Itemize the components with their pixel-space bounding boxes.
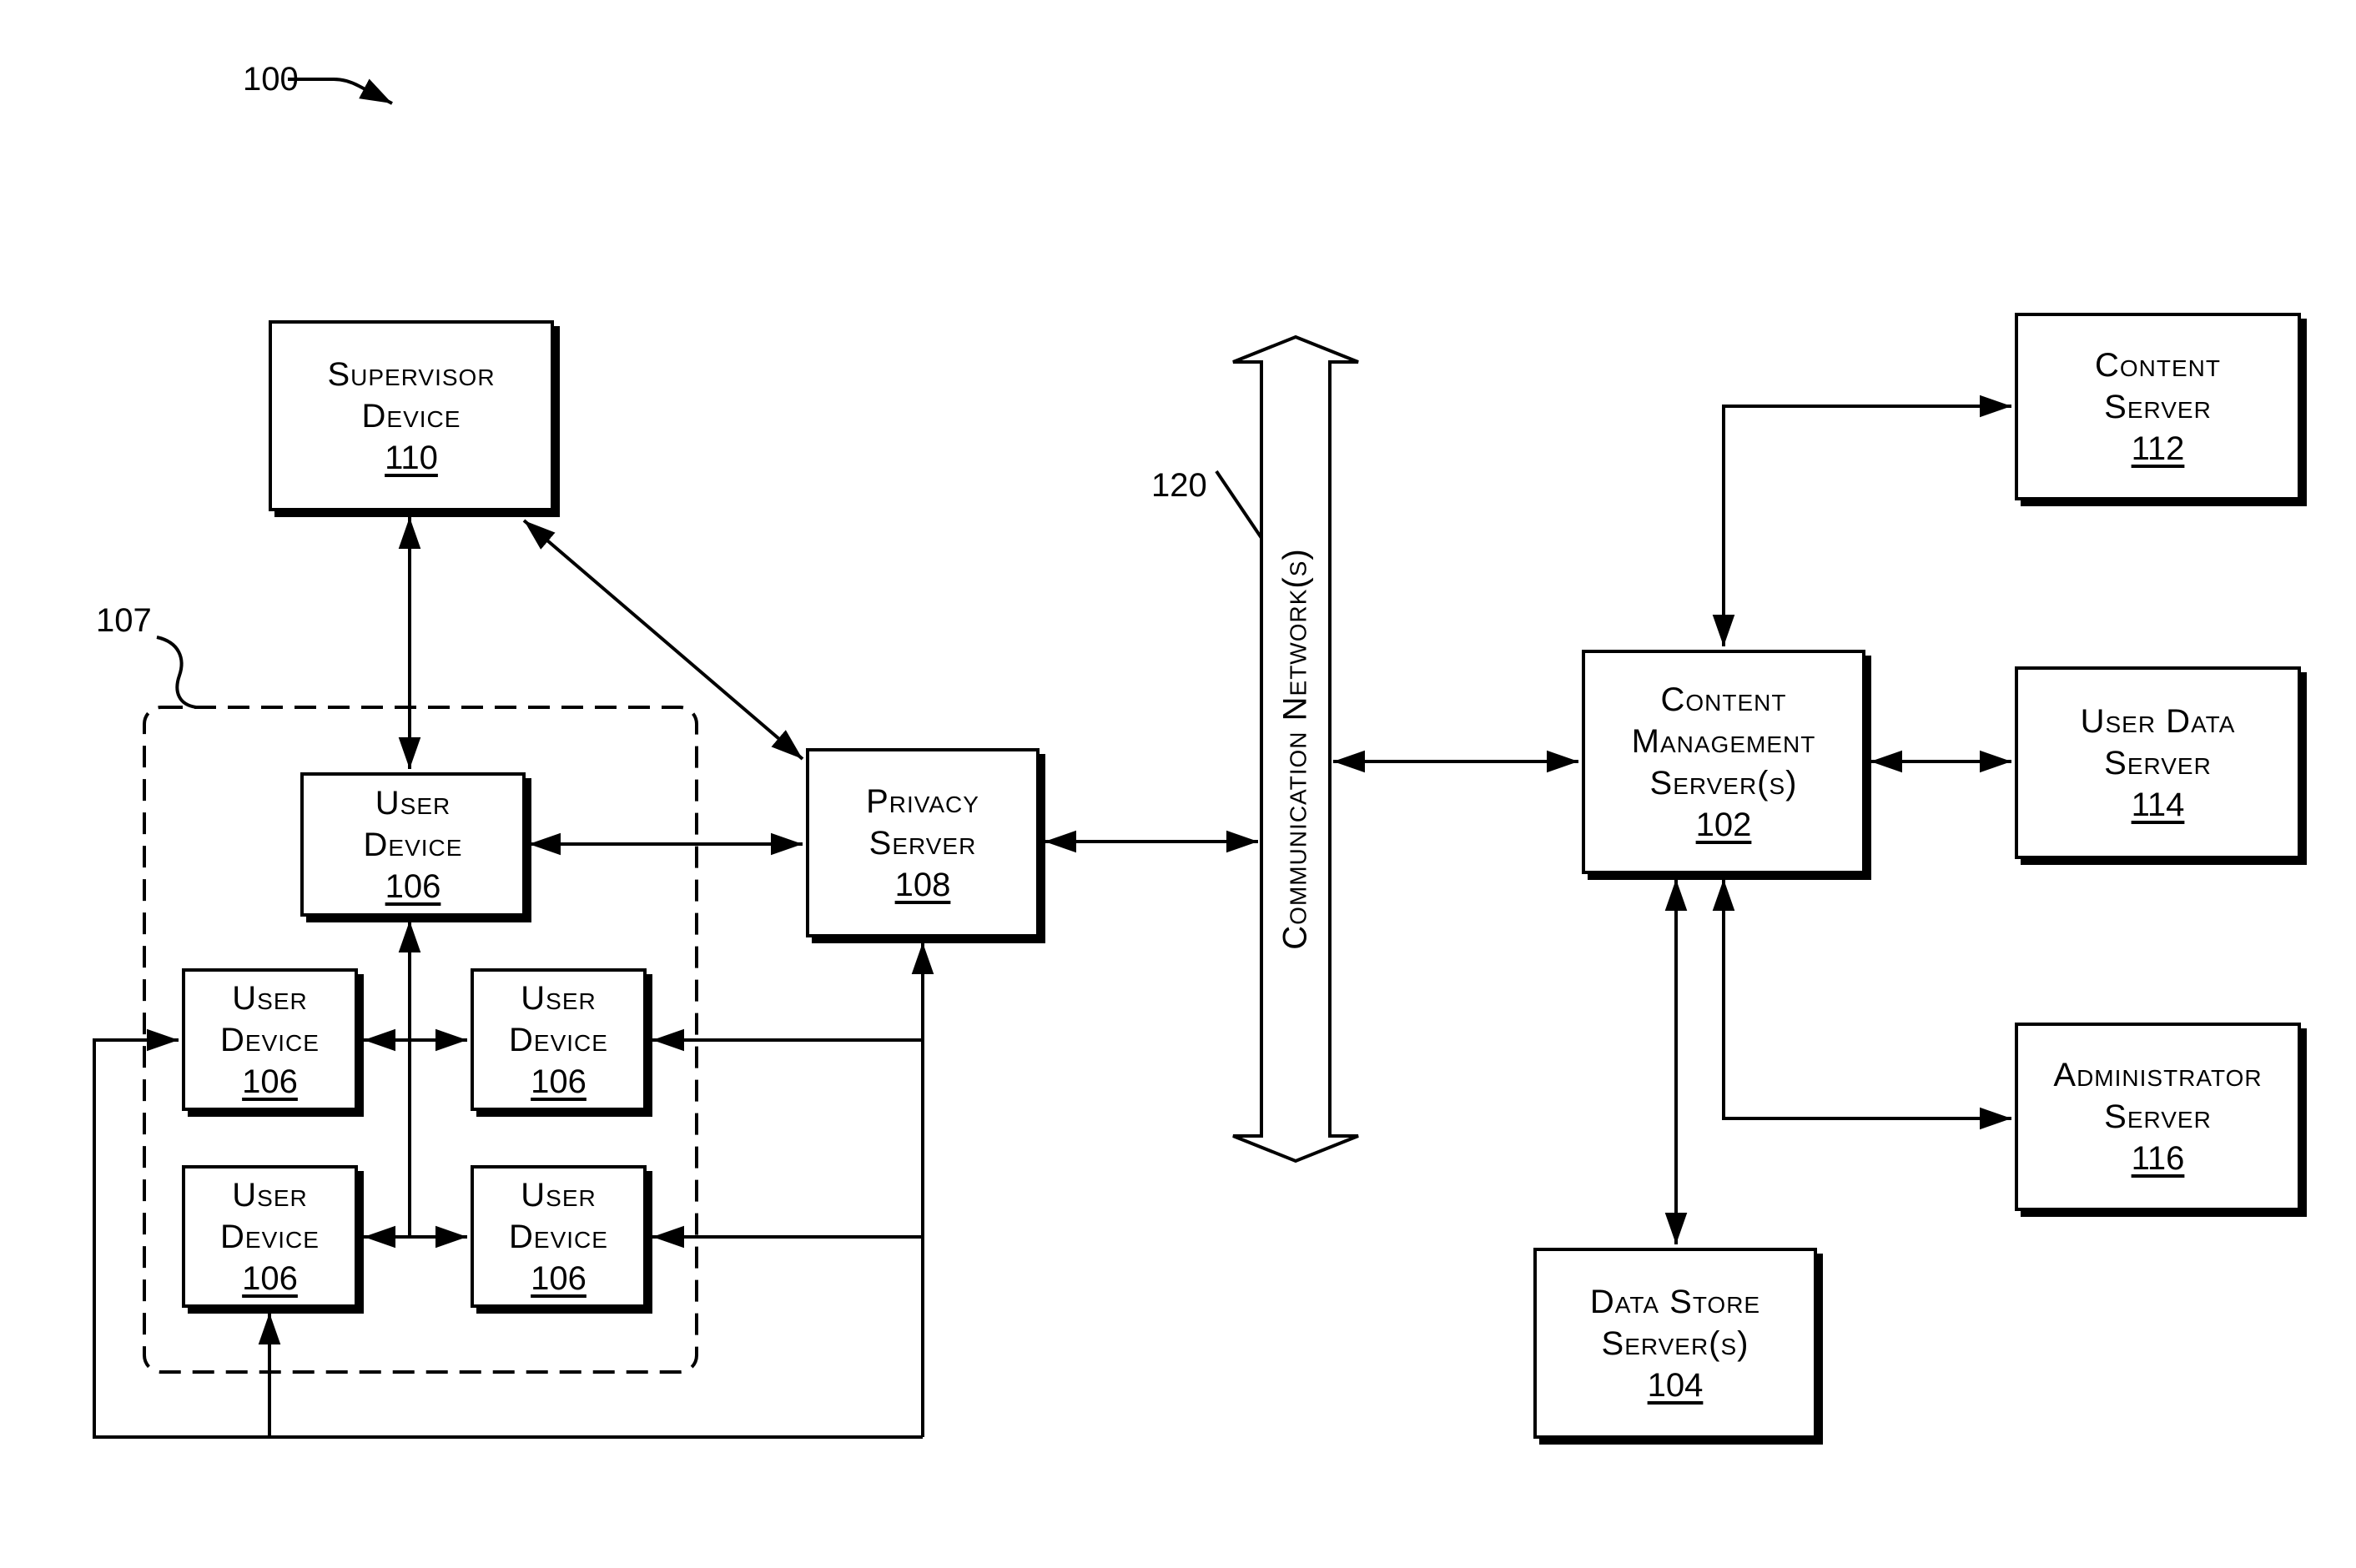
node-line: Server — [868, 824, 977, 862]
node-number: 114 — [2131, 786, 2185, 823]
node-number: 110 — [385, 439, 438, 476]
node-line: User Data — [2080, 702, 2236, 740]
user-device-box-top[interactable]: User Device 106 — [300, 772, 526, 917]
node-line: Server(s) — [1649, 764, 1798, 802]
node-line: User — [232, 1176, 308, 1214]
privacy-server-box[interactable]: Privacy Server 108 — [806, 748, 1040, 937]
node-line: Server — [2104, 1098, 2212, 1135]
node-line: Device — [361, 397, 461, 435]
data-store-server-box[interactable]: Data Store Server(s) 104 — [1533, 1248, 1817, 1439]
supervisor-device-box[interactable]: Supervisor Device 110 — [269, 320, 554, 511]
node-number: 106 — [242, 1259, 298, 1297]
content-management-server-box[interactable]: Content Management Server(s) 102 — [1582, 650, 1865, 874]
node-line: Supervisor — [327, 355, 496, 393]
node-line: User — [232, 979, 308, 1017]
link-supervisor-privacy — [522, 519, 804, 761]
node-line: Device — [363, 826, 463, 863]
node-line: Content — [2095, 346, 2221, 384]
node-line: Content — [1660, 681, 1787, 718]
network-label: Communication Network(s) — [1276, 548, 1314, 950]
network-leader — [1215, 470, 1263, 540]
node-line: Device — [509, 1218, 608, 1255]
network-ref-120: 120 — [1151, 467, 1207, 504]
node-line: User — [521, 1176, 597, 1214]
node-number: 104 — [1647, 1366, 1704, 1404]
node-line: Data Store — [1589, 1283, 1761, 1320]
user-data-server-box[interactable]: User Data Server 114 — [2015, 666, 2301, 859]
link-cms-content — [1712, 395, 2011, 646]
node-number: 106 — [242, 1063, 298, 1100]
node-line: Server — [2104, 744, 2212, 781]
content-server-box[interactable]: Content Server 112 — [2015, 313, 2301, 500]
group-leader — [156, 636, 197, 709]
link-cms-admin — [1712, 879, 2011, 1130]
node-line: Device — [220, 1021, 320, 1058]
node-number: 112 — [2131, 430, 2185, 467]
node-number: 106 — [385, 867, 441, 905]
node-line: Management — [1631, 722, 1816, 760]
user-device-box-bot-right[interactable]: User Device 106 — [471, 1165, 647, 1308]
node-number: 102 — [1695, 806, 1752, 843]
node-line: Device — [509, 1021, 608, 1058]
node-number: 116 — [2131, 1140, 2185, 1177]
node-line: Server — [2104, 388, 2212, 425]
node-line: User — [375, 784, 451, 822]
node-line: User — [521, 979, 597, 1017]
figure-ref-100: 100 — [243, 61, 299, 98]
figure-leader-arrow — [288, 78, 393, 105]
node-line: Device — [220, 1218, 320, 1255]
node-line: Server(s) — [1601, 1324, 1749, 1362]
node-line: Administrator — [2053, 1057, 2263, 1093]
node-number: 108 — [894, 866, 951, 903]
administrator-server-box[interactable]: Administrator Server 116 — [2015, 1023, 2301, 1211]
node-number: 106 — [531, 1259, 586, 1297]
node-line: Privacy — [866, 782, 979, 820]
group-ref-107: 107 — [96, 602, 152, 639]
node-number: 106 — [531, 1063, 586, 1100]
user-device-box-mid-right[interactable]: User Device 106 — [471, 968, 647, 1111]
user-device-box-mid-left[interactable]: User Device 106 — [182, 968, 358, 1111]
user-device-box-bot-left[interactable]: User Device 106 — [182, 1165, 358, 1308]
